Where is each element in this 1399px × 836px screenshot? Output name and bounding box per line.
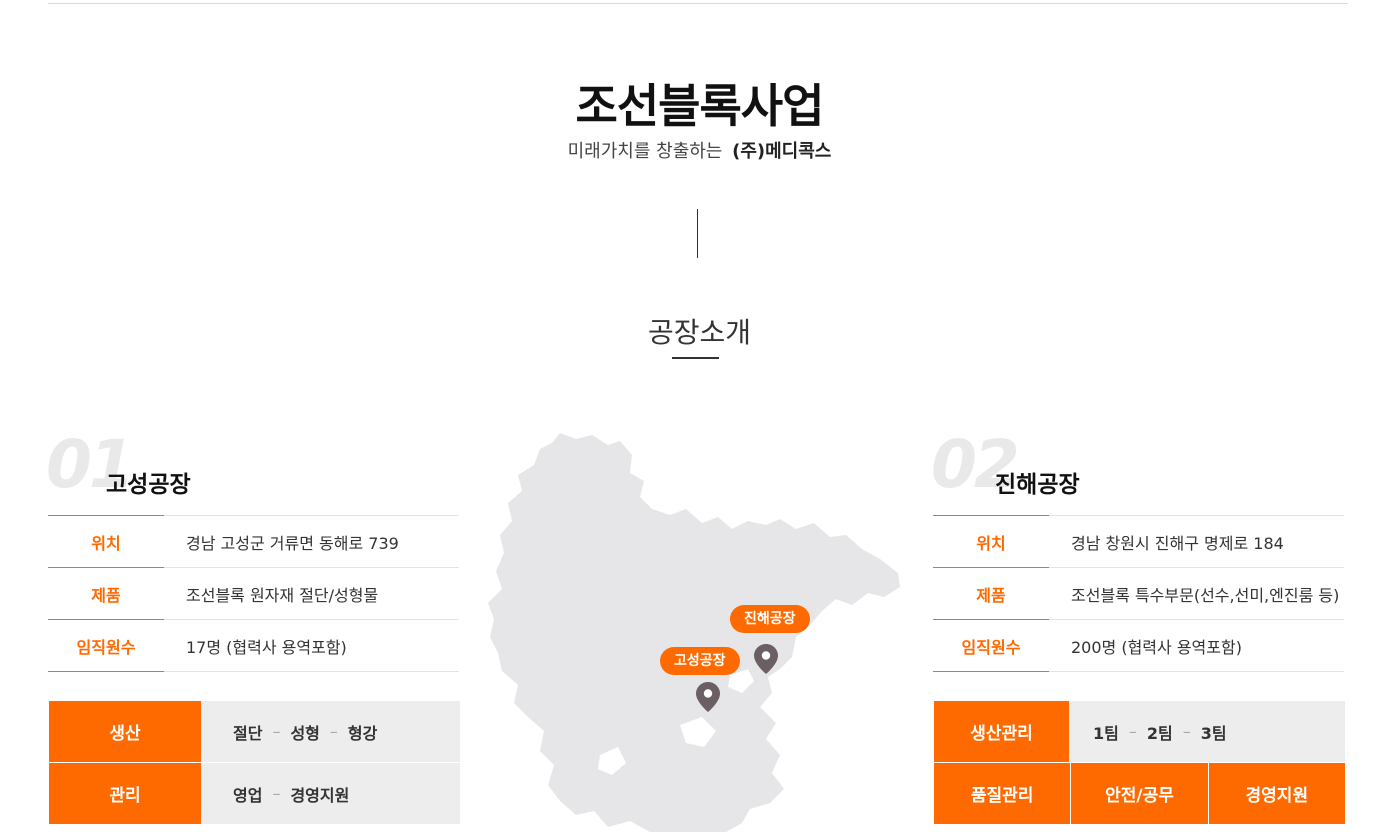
vertical-divider <box>697 209 698 258</box>
section-underline <box>672 357 719 359</box>
factory-jinhae: 02 진해공장 위치 경남 창원시 진해구 명제로 184 제품 조선블록 특수… <box>931 430 1345 824</box>
info-label: 제품 <box>48 567 164 620</box>
info-row-product: 제품 조선블록 원자재 절단/성형물 <box>48 567 459 620</box>
factory-header: 01 고성공장 <box>46 430 460 515</box>
factory-info-table: 위치 경남 창원시 진해구 명제로 184 제품 조선블록 특수부문(선수,선미… <box>933 515 1344 672</box>
org-head-management: 관리 <box>49 763 201 824</box>
org-item: 성형 <box>290 723 320 743</box>
map-pin-icon[interactable] <box>696 682 720 712</box>
org-item: 1팀 <box>1093 723 1119 743</box>
separator: – <box>1128 722 1137 741</box>
org-cell-management: 경영지원 <box>1207 763 1345 824</box>
org-chart: 생산관리 1팀 – 2팀 – 3팀 품질관리 안전/공무 경영지원 <box>934 701 1345 825</box>
org-item: 형강 <box>347 723 378 743</box>
region-map <box>488 433 900 832</box>
org-item: 영업 <box>233 785 263 805</box>
factory-name: 진해공장 <box>995 472 1080 498</box>
info-value: 경남 고성군 거류면 동해로 739 <box>164 515 459 568</box>
info-label: 임직원수 <box>48 619 164 672</box>
company-name: (주)메디콕스 <box>732 141 832 162</box>
info-row-employees: 임직원수 200명 (협력사 용역포함) <box>933 619 1344 672</box>
org-items: 절단 – 성형 – 형강 <box>201 701 460 762</box>
info-label: 임직원수 <box>933 619 1049 672</box>
org-item: 절단 <box>233 723 263 743</box>
page-title: 조선블록사업 <box>575 79 825 133</box>
info-value: 17명 (협력사 용역포함) <box>164 619 459 672</box>
info-row-product: 제품 조선블록 특수부문(선수,선미,엔진룸 등) <box>933 567 1344 620</box>
section-title: 공장소개 <box>647 316 752 349</box>
info-row-employees: 임직원수 17명 (협력사 용역포함) <box>48 619 459 672</box>
factory-location-map: 진해공장 고성공장 <box>480 425 910 832</box>
info-value: 경남 창원시 진해구 명제로 184 <box>1049 515 1344 568</box>
factory-header: 02 진해공장 <box>931 430 1345 515</box>
separator: – <box>272 784 281 803</box>
separator: – <box>272 722 281 741</box>
info-label: 제품 <box>933 567 1049 620</box>
info-label: 위치 <box>48 515 164 568</box>
map-label-jinhae[interactable]: 진해공장 <box>730 605 810 633</box>
info-label: 위치 <box>933 515 1049 568</box>
map-label-goseong[interactable]: 고성공장 <box>660 647 740 675</box>
org-chart: 생산 절단 – 성형 – 형강 관리 영업 – 경영지원 <box>49 701 460 825</box>
factory-info-table: 위치 경남 고성군 거류면 동해로 739 제품 조선블록 원자재 절단/성형물… <box>48 515 459 672</box>
org-item: 2팀 <box>1146 723 1173 743</box>
org-row-departments: 품질관리 안전/공무 경영지원 <box>934 763 1345 824</box>
top-divider <box>48 3 1348 4</box>
info-row-location: 위치 경남 고성군 거류면 동해로 739 <box>48 515 459 568</box>
org-head-production: 생산 <box>49 701 201 762</box>
org-row-production: 생산관리 1팀 – 2팀 – 3팀 <box>934 701 1345 762</box>
org-items: 1팀 – 2팀 – 3팀 <box>1069 701 1345 762</box>
separator: – <box>329 722 338 741</box>
info-value: 조선블록 특수부문(선수,선미,엔진룸 등) <box>1049 567 1344 620</box>
info-value: 200명 (협력사 용역포함) <box>1049 619 1344 672</box>
info-value: 조선블록 원자재 절단/성형물 <box>164 567 459 620</box>
org-item: 경영지원 <box>290 785 350 805</box>
subtitle-text: 미래가치를 창출하는 <box>567 141 723 162</box>
map-land <box>488 433 900 832</box>
org-row-management: 관리 영업 – 경영지원 <box>49 763 460 824</box>
org-cell-quality: 품질관리 <box>934 763 1071 824</box>
org-row-production: 생산 절단 – 성형 – 형강 <box>49 701 460 762</box>
page-subtitle: 미래가치를 창출하는 (주)메디콕스 <box>0 137 1399 163</box>
factory-goseong: 01 고성공장 위치 경남 고성군 거류면 동해로 739 제품 조선블록 원자… <box>46 430 460 824</box>
factory-name: 고성공장 <box>106 472 191 498</box>
separator: – <box>1182 722 1191 741</box>
org-cell-safety: 안전/공무 <box>1070 763 1208 824</box>
org-head-production: 생산관리 <box>934 701 1069 762</box>
org-items: 영업 – 경영지원 <box>201 763 460 824</box>
info-row-location: 위치 경남 창원시 진해구 명제로 184 <box>933 515 1344 568</box>
map-pin-icon[interactable] <box>754 644 778 674</box>
org-item: 3팀 <box>1200 723 1227 743</box>
